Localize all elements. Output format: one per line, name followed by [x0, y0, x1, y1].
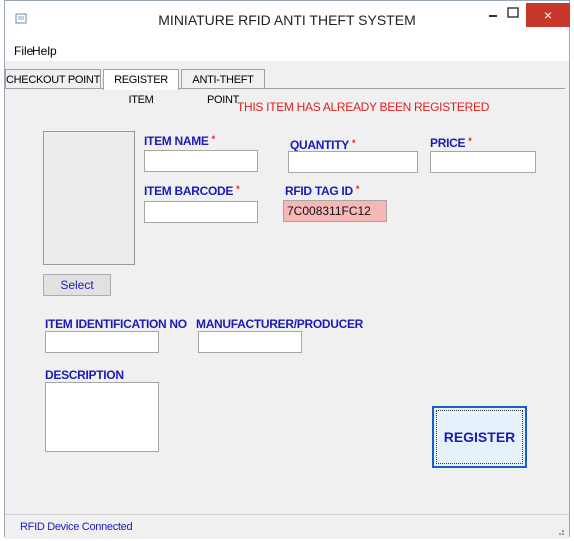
close-icon[interactable]: × [526, 3, 570, 27]
rfid-tag-id-label: RFID TAG ID * [285, 184, 360, 198]
item-identification-no-label: ITEM IDENTIFICATION NO [45, 317, 187, 331]
price-label: PRICE * [430, 136, 472, 150]
manufacturer-input[interactable] [198, 331, 302, 353]
required-mark: * [355, 184, 360, 194]
register-button[interactable]: REGISTER [432, 406, 527, 468]
menu-file[interactable]: File [14, 44, 33, 58]
menu-bar: File Help [5, 39, 569, 61]
item-identification-no-input[interactable] [45, 331, 159, 353]
item-name-input[interactable] [144, 150, 258, 172]
required-mark: * [211, 134, 216, 144]
item-barcode-label: ITEM BARCODE * [144, 184, 240, 198]
minimize-icon[interactable] [484, 7, 502, 21]
maximize-icon[interactable] [504, 5, 522, 21]
quantity-label: QUANTITY * [290, 138, 356, 152]
required-mark: * [236, 184, 240, 194]
quantity-input[interactable] [288, 151, 418, 173]
already-registered-alert: THIS ITEM HAS ALREADY BEEN REGISTERED [237, 100, 490, 114]
rfid-tag-id-input[interactable]: 7C008311FC12 [283, 200, 387, 222]
device-status-text: RFID Device Connected [20, 521, 133, 533]
item-name-label: ITEM NAME * [144, 134, 215, 148]
title-bar: MINIATURE RFID ANTI THEFT SYSTEM × [5, 1, 570, 40]
tab-anti-theft-point[interactable]: ANTI-THEFT POINT [181, 69, 265, 106]
status-bar: RFID Device Connected [5, 514, 569, 539]
select-image-button[interactable]: Select [43, 274, 111, 296]
price-input[interactable] [430, 151, 536, 173]
item-image-box [43, 131, 135, 265]
manufacturer-label: MANUFACTURER/PRODUCER [196, 317, 364, 331]
item-barcode-input[interactable] [144, 201, 258, 223]
required-mark: * [351, 138, 356, 148]
menu-help[interactable]: Help [32, 44, 57, 58]
description-textarea[interactable] [45, 382, 159, 452]
app-window: MINIATURE RFID ANTI THEFT SYSTEM × File … [4, 0, 570, 539]
description-label: DESCRIPTION [45, 368, 124, 382]
required-mark: * [468, 136, 472, 146]
tab-checkout-point[interactable]: CHECKOUT POINT [5, 69, 101, 89]
register-button-label: REGISTER [436, 410, 523, 464]
resize-grip-icon[interactable] [555, 526, 565, 536]
tab-register-item[interactable]: REGISTER ITEM [103, 69, 179, 106]
